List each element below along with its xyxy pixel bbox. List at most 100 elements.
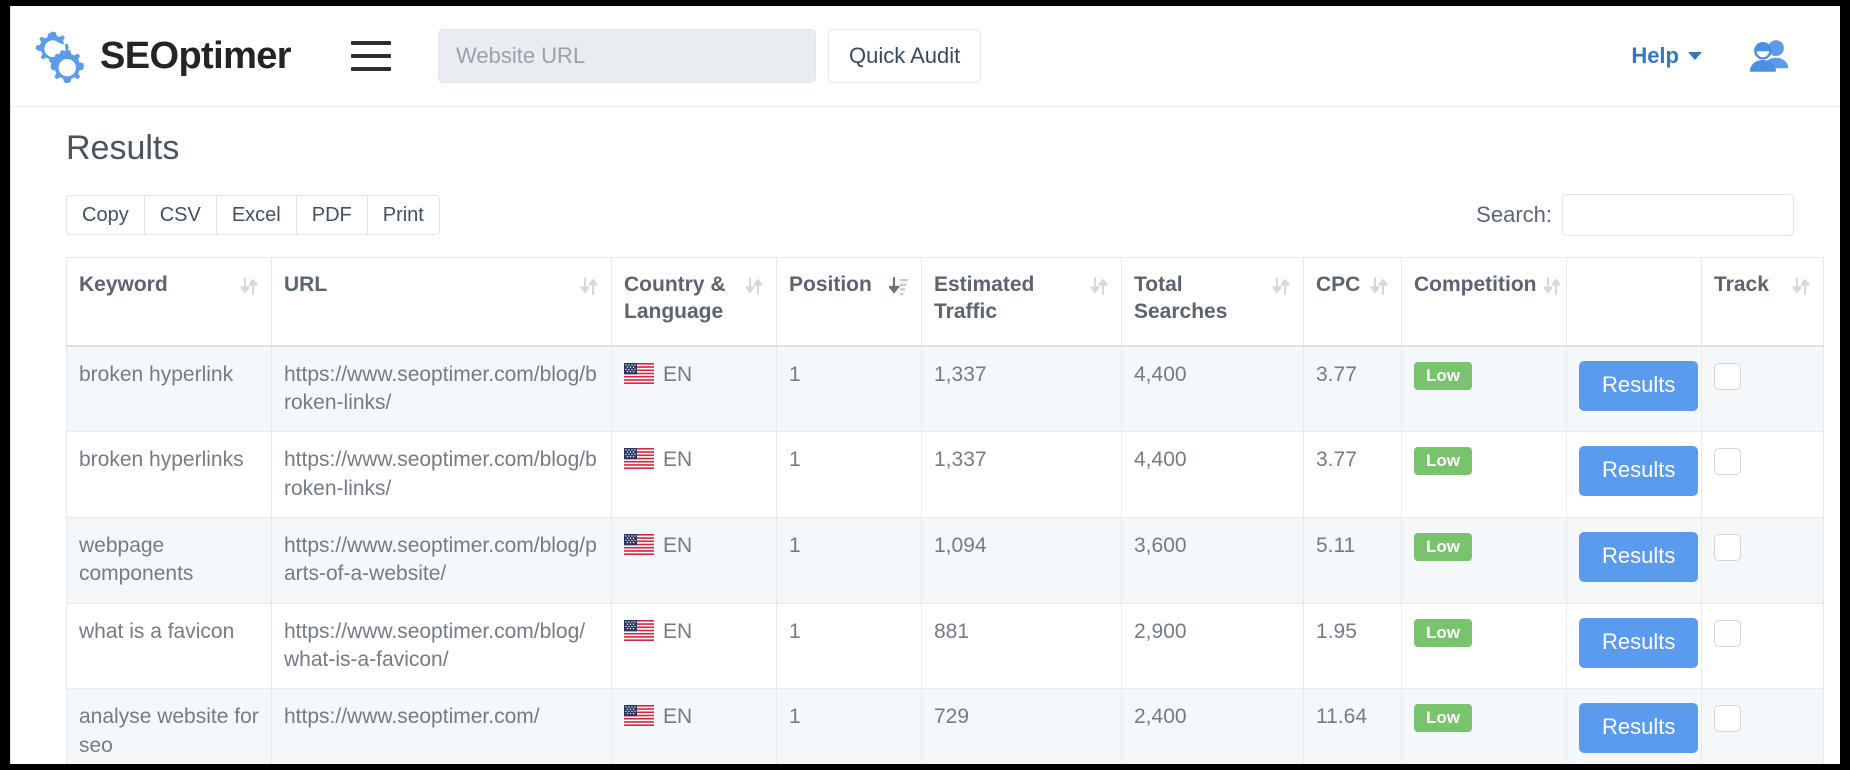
cell-position: 1 [777,689,922,764]
column-header-country_language[interactable]: Country & Language [612,258,777,346]
column-header-url[interactable]: URL [272,258,612,346]
cell-track [1702,689,1824,764]
cell-estimated-traffic: 1,337 [922,346,1122,432]
column-header-total_searches[interactable]: Total Searches [1122,258,1304,346]
cell-action: Results [1567,689,1702,764]
status-badge: Low [1414,533,1472,561]
cell-total-searches: 4,400 [1122,346,1304,432]
gears-logo-icon [31,27,89,85]
view-results-button[interactable]: Results [1579,703,1698,753]
cell-competition: Low [1402,432,1567,518]
table-toolbar: CopyCSVExcelPDFPrint Search: [66,194,1802,236]
column-header-cpc[interactable]: CPC [1304,258,1402,346]
view-results-button[interactable]: Results [1579,532,1698,582]
column-header-label: Total Searches [1134,272,1265,326]
cell-action: Results [1567,517,1702,603]
excel-button[interactable]: Excel [216,195,296,235]
page-title: Results [66,129,1802,168]
us-flag-icon [624,448,654,469]
app-viewport: SEOptimer Quick Audit Help Results Copy [10,6,1840,764]
status-badge: Low [1414,704,1472,732]
status-badge: Low [1414,362,1472,390]
column-header-track[interactable]: Track [1702,258,1824,346]
track-checkbox[interactable] [1714,705,1741,732]
top-header-bar: SEOptimer Quick Audit Help [11,6,1840,107]
brand-name: SEOptimer [100,35,291,78]
cell-estimated-traffic: 729 [922,689,1122,764]
column-header-label: Estimated Traffic [934,272,1083,326]
track-checkbox[interactable] [1714,534,1741,561]
cell-action: Results [1567,346,1702,432]
column-header-label: Country & Language [624,272,738,326]
keyword-results-table: Keyword URLCountry & Language Position Esti… [66,257,1824,764]
cell-url: https://www.seoptimer.com/ [272,689,612,764]
people-icon[interactable] [1748,38,1790,74]
view-results-button[interactable]: Results [1579,618,1698,668]
status-badge: Low [1414,447,1472,475]
pdf-button[interactable]: PDF [296,195,367,235]
cell-url: https://www.seoptimer.com/blog/broken-li… [272,346,612,432]
column-header-estimated_traffic[interactable]: Estimated Traffic [922,258,1122,346]
hamburger-menu-icon[interactable] [351,41,391,71]
cell-estimated-traffic: 1,337 [922,432,1122,518]
view-results-button[interactable]: Results [1579,446,1698,496]
help-label: Help [1631,43,1679,69]
brand-logo[interactable]: SEOptimer [31,27,291,85]
table-row: broken hyperlinkhttps://www.seoptimer.co… [67,346,1824,432]
view-results-button[interactable]: Results [1579,361,1698,411]
export-button-group: CopyCSVExcelPDFPrint [66,195,440,235]
chevron-down-icon [1688,52,1702,60]
print-button[interactable]: Print [367,195,440,235]
table-search: Search: [1476,194,1802,236]
column-header-keyword[interactable]: Keyword [67,258,272,346]
cell-total-searches: 2,400 [1122,689,1304,764]
search-label: Search: [1476,202,1552,228]
cell-keyword: analyse website for seo [67,689,272,764]
sort-both-icon [579,275,599,297]
cell-action: Results [1567,603,1702,689]
column-header-label: Keyword [79,272,168,299]
language-code: EN [663,534,692,557]
csv-button[interactable]: CSV [144,195,216,235]
sort-both-icon [239,275,259,297]
cell-keyword: broken hyperlink [67,346,272,432]
cell-cpc: 1.95 [1304,603,1402,689]
cell-keyword: what is a favicon [67,603,272,689]
cell-competition: Low [1402,346,1567,432]
help-menu[interactable]: Help [1631,43,1702,69]
us-flag-icon [624,363,654,384]
track-checkbox[interactable] [1714,448,1741,475]
column-header-label: Competition [1414,272,1536,299]
table-header-row: Keyword URLCountry & Language Position Esti… [67,258,1824,346]
cell-cpc: 5.11 [1304,517,1402,603]
cell-position: 1 [777,603,922,689]
cell-competition: Low [1402,689,1567,764]
track-checkbox[interactable] [1714,620,1741,647]
cell-total-searches: 4,400 [1122,432,1304,518]
us-flag-icon [624,620,654,641]
quick-audit-button[interactable]: Quick Audit [828,29,981,83]
status-badge: Low [1414,619,1472,647]
column-header-position[interactable]: Position [777,258,922,346]
website-url-input[interactable] [438,29,816,83]
sort-both-icon [1089,275,1109,297]
cell-competition: Low [1402,603,1567,689]
track-checkbox[interactable] [1714,363,1741,390]
column-header-action [1567,258,1702,346]
us-flag-icon [624,705,654,726]
cell-country-language: EN [612,603,777,689]
cell-estimated-traffic: 1,094 [922,517,1122,603]
search-input[interactable] [1562,194,1794,236]
sort-both-icon [1791,275,1811,297]
language-code: EN [663,448,692,471]
column-header-label: Position [789,272,872,299]
cell-cpc: 3.77 [1304,346,1402,432]
sort-descending-active-icon [889,275,909,297]
cell-country-language: EN [612,432,777,518]
cell-country-language: EN [612,517,777,603]
column-header-label: Track [1714,272,1769,299]
sort-both-icon [1271,275,1291,297]
cell-country-language: EN [612,689,777,764]
copy-button[interactable]: Copy [66,195,144,235]
column-header-competition[interactable]: Competition [1402,258,1567,346]
